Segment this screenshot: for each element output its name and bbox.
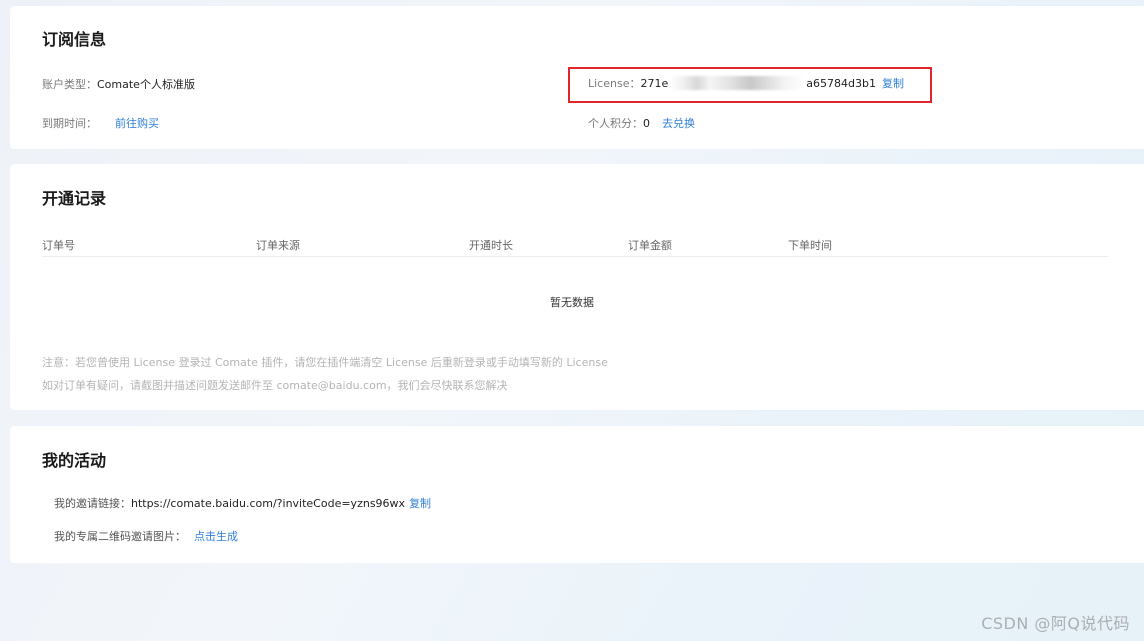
records-card [10, 164, 1144, 410]
account-type-value: Comate个人标准版 [97, 78, 195, 91]
account-type-row: 账户类型： Comate个人标准版 [42, 76, 195, 92]
invite-row: 我的邀请链接： https://comate.baidu.com/?invite… [54, 495, 431, 511]
points-row: 个人积分： 0 去兑换 [588, 115, 695, 131]
column-duration: 开通时长 [469, 239, 513, 252]
column-amount: 订单金额 [628, 239, 672, 252]
account-type-label: 账户类型： [42, 78, 97, 91]
buy-link[interactable]: 前往购买 [115, 115, 159, 131]
invite-copy-button[interactable]: 复制 [409, 495, 431, 511]
license-note: 注意：若您曾使用 License 登录过 Comate 插件，请您在插件端清空 … [42, 356, 608, 369]
generate-qr-link[interactable]: 点击生成 [194, 528, 238, 544]
points-label: 个人积分： [588, 117, 643, 130]
activity-title: 我的活动 [42, 451, 107, 470]
subscription-title: 订阅信息 [42, 30, 107, 49]
watermark: CSDN @阿Q说代码 [981, 614, 1130, 633]
points-value: 0 [643, 116, 650, 130]
column-order-time: 下单时间 [788, 239, 832, 252]
qr-label: 我的专属二维码邀请图片： [54, 530, 186, 543]
support-note: 如对订单有疑问，请截图并描述问题发送邮件至 comate@baidu.com，我… [42, 379, 508, 392]
invite-label: 我的邀请链接： [54, 497, 131, 510]
empty-state: 暂无数据 [550, 296, 594, 309]
column-order-id: 订单号 [42, 239, 75, 252]
records-title: 开通记录 [42, 189, 107, 208]
column-order-source: 订单来源 [256, 239, 300, 252]
invite-url: https://comate.baidu.com/?inviteCode=yzn… [131, 496, 406, 510]
table-divider [42, 256, 1108, 257]
expiry-label: 到期时间： [42, 117, 97, 130]
qr-row: 我的专属二维码邀请图片： 点击生成 [54, 528, 238, 544]
expiry-row: 到期时间： 前往购买 [42, 115, 159, 131]
redeem-link[interactable]: 去兑换 [662, 115, 695, 131]
license-highlight-box [568, 67, 932, 103]
